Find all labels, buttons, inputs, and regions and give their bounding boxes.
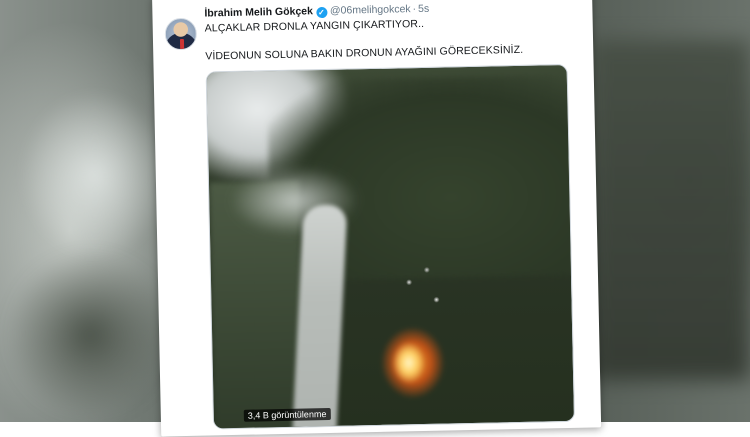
background-blur-light [20, 90, 170, 260]
tweet-video[interactable]: 3,4 B görüntülenme [205, 63, 576, 430]
background-blur-dark [5, 250, 175, 420]
avatar-tie [179, 38, 185, 51]
tweet-text-line-1: ALÇAKLAR DRONLA YANGIN ÇIKARTIYOR.. [204, 17, 425, 35]
background-blur-right [590, 40, 750, 380]
video-fire [371, 312, 454, 405]
header-separator: · [412, 3, 417, 16]
user-handle[interactable]: @06melihgokcek [330, 3, 411, 17]
tweet-text-line-2: VİDEONUN SOLUNA BAKIN DRONUN AYAĞINI GÖR… [205, 43, 524, 63]
video-view-count: 3,4 B görüntülenme [243, 407, 331, 422]
tweet-timestamp[interactable]: 5s [418, 3, 429, 15]
video-sparks [390, 257, 452, 319]
verified-badge-icon: ✓ [315, 6, 328, 19]
display-name[interactable]: İbrahim Melih Gökçek [204, 5, 313, 19]
avatar[interactable] [164, 17, 198, 51]
tweet-card: İbrahim Melih Gökçek ✓ @06melihgokcek · 5s A… [152, 0, 602, 437]
